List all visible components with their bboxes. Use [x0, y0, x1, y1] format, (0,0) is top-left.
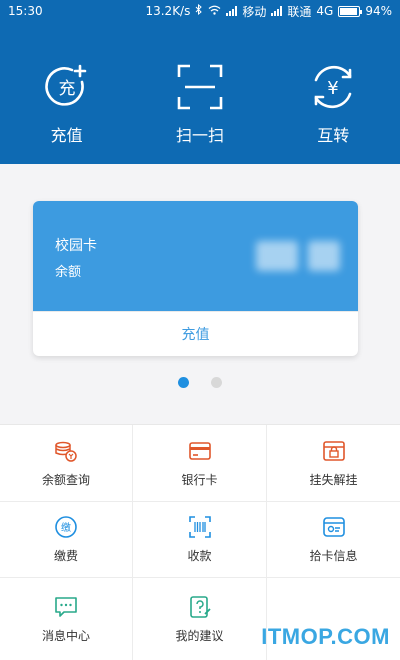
recharge-icon: 充 [42, 62, 92, 112]
card-balance-blurred [256, 241, 340, 271]
page-dot-1[interactable] [178, 377, 189, 388]
status-indicators: 13.2K/s 移动 联通 4G 94% [145, 3, 392, 20]
suggestion-label: 我的建议 [175, 628, 224, 643]
recharge-button[interactable]: 充 充值 [12, 62, 122, 146]
suggestion-icon [188, 595, 212, 619]
svg-text:¥: ¥ [328, 78, 339, 99]
transfer-button[interactable]: ¥ 互转 [278, 62, 388, 146]
receive-button[interactable]: 收款 [133, 502, 267, 578]
bank-card-label: 银行卡 [181, 472, 218, 487]
scan-icon [175, 62, 225, 112]
bluetooth-icon [195, 3, 203, 18]
message-center-label: 消息中心 [41, 628, 90, 643]
message-center-button[interactable]: 消息中心 [0, 578, 133, 660]
lock-report-button[interactable]: 挂失解挂 [267, 425, 400, 502]
status-bar: 15:30 13.2K/s 移动 联通 4G 94% [0, 0, 400, 22]
scan-label: 扫一扫 [175, 126, 224, 145]
svg-text:缴: 缴 [61, 521, 71, 534]
balance-query-label: 余额查询 [41, 472, 90, 487]
scan-button[interactable]: 扫一扫 [145, 62, 255, 146]
lock-report-icon [322, 439, 346, 463]
battery-percent: 94% [365, 4, 392, 18]
transfer-icon: ¥ [308, 62, 358, 112]
campus-card[interactable]: 校园卡 余额 充值 [33, 201, 358, 356]
card-recharge-button[interactable]: 充值 [33, 311, 358, 356]
network-speed: 13.2K/s [145, 4, 191, 18]
watermark: ITMOP.COM [261, 624, 390, 649]
signal-icon-2 [271, 6, 283, 16]
suggestion-button[interactable]: 我的建议 [133, 578, 267, 660]
battery-icon [338, 5, 363, 17]
recharge-label: 充值 [50, 126, 83, 145]
payment-icon: 缴 [54, 515, 78, 539]
balance-query-button[interactable]: 余额查询 [0, 425, 133, 502]
transfer-label: 互转 [317, 126, 350, 145]
card-info[interactable]: 校园卡 余额 [33, 201, 358, 311]
receive-barcode-icon [188, 515, 212, 539]
svg-text:充: 充 [58, 79, 75, 99]
payment-label: 缴费 [53, 549, 78, 563]
bank-card-icon [188, 439, 212, 463]
balance-query-icon [54, 439, 78, 463]
found-card-button[interactable]: 拾卡信息 [267, 502, 400, 578]
wifi-icon [208, 4, 221, 18]
header-actions: 充 充值 扫一扫 ¥ 互转 [0, 22, 400, 164]
receive-label: 收款 [187, 549, 212, 563]
status-time: 15:30 [8, 4, 43, 18]
network-type: 4G [316, 4, 334, 18]
payment-button[interactable]: 缴 缴费 [0, 502, 133, 578]
message-center-icon [54, 595, 78, 619]
carrier-2: 联通 [287, 4, 312, 19]
card-pagination [0, 377, 400, 388]
carrier-1: 移动 [242, 4, 267, 19]
found-card-label: 拾卡信息 [309, 549, 358, 563]
found-card-icon [322, 515, 346, 539]
lock-report-label: 挂失解挂 [309, 472, 358, 487]
page-dot-2[interactable] [211, 377, 222, 388]
bank-card-button[interactable]: 银行卡 [133, 425, 267, 502]
signal-icon-1 [226, 6, 238, 16]
